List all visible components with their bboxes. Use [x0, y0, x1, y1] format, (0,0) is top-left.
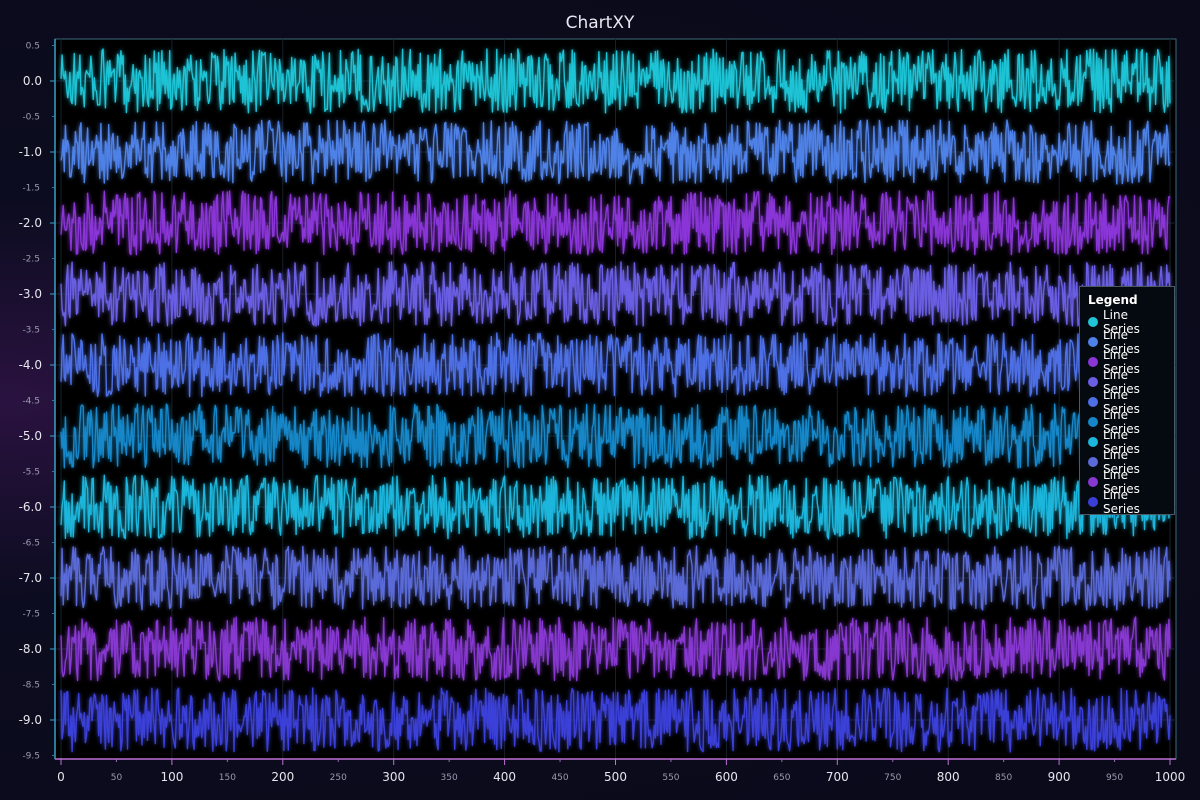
x-minor-tick-label: 150 — [219, 773, 236, 783]
legend-label: Line Series — [1103, 488, 1140, 516]
legend-swatch — [1088, 417, 1098, 427]
y-minor-tick-label: -8.5 — [22, 681, 40, 691]
x-minor-tick-label: 950 — [1106, 773, 1123, 783]
legend-title: Legend — [1088, 293, 1138, 307]
y-tick-label: -8.0 — [19, 642, 42, 656]
legend-swatch — [1088, 397, 1098, 407]
y-tick-label: 0.0 — [23, 74, 42, 88]
x-tick-label: 800 — [937, 770, 960, 784]
y-minor-tick-label: -9.5 — [22, 752, 40, 762]
legend-swatch — [1088, 437, 1098, 447]
x-minor-tick-label: 750 — [884, 773, 901, 783]
y-tick-label: -3.0 — [19, 287, 42, 301]
x-tick-label: 300 — [382, 770, 405, 784]
legend-swatch — [1088, 357, 1098, 367]
y-minor-tick-label: -0.5 — [22, 113, 40, 123]
y-tick-label: -6.0 — [19, 500, 42, 514]
y-minor-tick-label: 0.5 — [26, 42, 40, 52]
y-minor-tick-label: -3.5 — [22, 326, 40, 336]
chart-svg: ChartXY 0 100 200 300 400 500 600 700 800 900 1000… — [19, 13, 1186, 784]
x-tick-label: 0 — [57, 770, 65, 784]
x-tick-label: 100 — [160, 770, 183, 784]
x-tick-label: 500 — [604, 770, 627, 784]
y-tick-label: -9.0 — [19, 713, 42, 727]
x-minor-tick-label: 650 — [773, 773, 790, 783]
y-minor-tick-label: -1.5 — [22, 184, 40, 194]
legend-item-10[interactable]: Line Series — [1088, 488, 1166, 516]
legend-swatch — [1088, 477, 1098, 487]
y-minor-tick-label: -5.5 — [22, 468, 40, 478]
y-minor-tick-label: -6.5 — [22, 539, 40, 549]
legend: Legend Line Series Line Series Line Series… — [1079, 286, 1175, 516]
y-tick-label: -1.0 — [19, 145, 42, 159]
legend-swatch — [1088, 457, 1098, 467]
x-tick-label: 700 — [826, 770, 849, 784]
y-minor-tick-label: -4.5 — [22, 397, 40, 407]
x-minor-tick-label: 550 — [662, 773, 679, 783]
x-tick-label: 600 — [715, 770, 738, 784]
y-minor-tick-label: -7.5 — [22, 610, 40, 620]
y-tick-label: -7.0 — [19, 571, 42, 585]
x-minor-tick-label: 850 — [995, 773, 1012, 783]
x-tick-label: 1000 — [1155, 770, 1186, 784]
x-minor-tick-label: 250 — [330, 773, 347, 783]
y-tick-label: -2.0 — [19, 216, 42, 230]
x-tick-label: 400 — [493, 770, 516, 784]
legend-items: Line Series Line Series Line Series Line Se… — [1088, 308, 1166, 516]
x-tick-label: 900 — [1048, 770, 1071, 784]
chart-title: ChartXY — [566, 13, 635, 33]
y-tick-label: -4.0 — [19, 358, 42, 372]
x-minor-tick-label: 350 — [441, 773, 458, 783]
x-minor-tick-label: 450 — [551, 773, 568, 783]
x-tick-label: 200 — [271, 770, 294, 784]
legend-swatch — [1088, 377, 1098, 387]
legend-swatch — [1088, 337, 1098, 347]
x-minor-tick-label: 50 — [111, 773, 123, 783]
legend-swatch — [1088, 497, 1098, 507]
legend-swatch — [1088, 317, 1098, 327]
y-axis-ticks: 0.0 -1.0 -2.0 -3.0 -4.0 -5.0 -6.0 -7.0 -8.0 -9.0 0… — [19, 42, 55, 762]
y-tick-label: -5.0 — [19, 429, 42, 443]
x-axis-ticks: 0 100 200 300 400 500 600 700 800 900 1000 50 150 250… — [57, 759, 1185, 784]
y-minor-tick-label: -2.5 — [22, 255, 40, 265]
